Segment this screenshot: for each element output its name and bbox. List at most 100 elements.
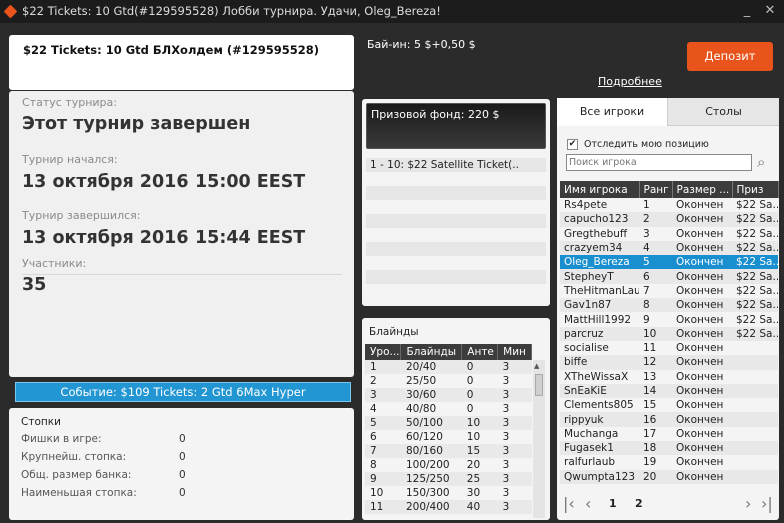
prize-row[interactable]: 1 - 10: $22 Satellite Ticket(.. <box>366 158 546 172</box>
players-panel: Все игроки Столы ✔ Отследить мою позицию… <box>557 98 779 520</box>
player-row[interactable]: ralfurlaub 19 Окончен <box>560 455 778 469</box>
blinds-cell: 30 <box>466 487 481 499</box>
stack-label: Общ. размер банка: <box>21 469 132 481</box>
blinds-row[interactable]: 1 20/40 0 3 <box>365 360 532 374</box>
blinds-row[interactable]: 8 100/200 20 3 <box>365 458 532 472</box>
player-cell: Oleg_Bereza <box>560 255 639 270</box>
prize-row-empty <box>366 214 546 228</box>
player-cell: $22 Sa... <box>736 227 778 240</box>
player-row[interactable]: Qwumpta123 20 Окончен <box>560 469 778 484</box>
player-cell: Окончен <box>672 269 732 284</box>
blinds-row[interactable]: 10 150/300 30 3 <box>365 486 532 500</box>
player-row[interactable]: MattHill1992 9 Окончен $22 Sa... <box>560 312 778 326</box>
player-cell: parcruz <box>560 326 639 341</box>
players-col-header[interactable]: Размер ... <box>672 181 733 198</box>
ended-label: Турнир завершился: <box>22 209 141 222</box>
blinds-row[interactable]: 2 25/50 0 3 <box>365 374 532 388</box>
player-row[interactable]: Rs4pete 1 Окончен $22 Sa... <box>560 198 778 212</box>
app-logo-icon <box>3 4 18 19</box>
blinds-row[interactable]: 5 50/100 10 3 <box>365 416 532 430</box>
player-row[interactable]: TheHitmanLau 7 Окончен $22 Sa... <box>560 284 778 298</box>
blinds-row[interactable]: 11 200/400 40 3 <box>365 500 532 514</box>
close-button[interactable]: ✕ <box>760 0 780 23</box>
blinds-col-header[interactable]: Уро... <box>365 344 402 360</box>
page-2-button[interactable]: 2 <box>635 497 643 510</box>
player-row[interactable]: XTheWissaX 13 Окончен <box>560 370 778 384</box>
stack-value: 0 <box>179 451 186 463</box>
player-cell: Окончен <box>676 313 724 326</box>
player-search-input[interactable] <box>566 154 752 171</box>
blinds-cell: 6 <box>370 431 377 443</box>
blinds-cell: 3 <box>502 487 510 499</box>
track-checkbox[interactable]: ✔ <box>567 139 578 150</box>
search-icon[interactable]: ⌕ <box>757 153 765 171</box>
blinds-row[interactable]: 4 40/80 0 3 <box>365 402 532 416</box>
player-row[interactable]: crazyem34 4 Окончен $22 Sa... <box>560 240 778 256</box>
player-row[interactable]: capucho123 2 Окончен $22 Sa... <box>560 212 778 227</box>
player-cell <box>732 455 778 469</box>
blinds-table: Уро... Блайнды Анте Мин 1 20/40 0 3 2 25/50 0 3… <box>365 344 532 514</box>
minimize-button[interactable]: _ <box>737 0 757 23</box>
blinds-cell: 0 <box>461 360 498 374</box>
players-col-header[interactable]: Приз <box>732 181 779 198</box>
player-row[interactable]: rippyuk 16 Окончен <box>560 412 778 427</box>
player-cell: $22 Sa... <box>736 199 778 212</box>
prev-page-icon[interactable]: ‹ <box>585 494 591 513</box>
stack-label: Наименьшая стопка: <box>21 487 137 499</box>
player-cell: Gav1n87 <box>560 298 639 313</box>
player-row[interactable]: biffe 12 Окончен <box>560 355 778 370</box>
page-1-button[interactable]: 1 <box>609 497 617 510</box>
blinds-row[interactable]: 6 60/120 10 3 <box>365 430 532 444</box>
players-label: Участники: <box>22 257 87 270</box>
more-info-link[interactable]: Подробнее <box>598 75 662 88</box>
players-col-header[interactable]: Ранг <box>639 181 673 198</box>
next-page-icon[interactable]: › <box>745 494 751 513</box>
blinds-cell: 8 <box>370 459 377 471</box>
blinds-col-header[interactable]: Блайнды <box>400 344 463 360</box>
blinds-row[interactable]: 9 125/250 25 3 <box>365 472 532 486</box>
blinds-cell: 25/50 <box>405 375 437 387</box>
player-row[interactable]: parcruz 10 Окончен $22 Sa... <box>560 326 778 341</box>
blinds-col-header[interactable]: Анте <box>461 344 499 360</box>
last-page-icon[interactable]: ›| <box>761 494 773 513</box>
scroll-up-icon[interactable]: ▲ <box>534 362 539 370</box>
player-cell: Qwumpta123 <box>560 469 639 484</box>
blinds-cell: 9 <box>365 472 401 486</box>
player-row[interactable]: Muchanga 17 Окончен <box>560 427 778 441</box>
event-banner[interactable]: Событие: $109 Tickets: 2 Gtd 6Max Hyper <box>15 382 351 402</box>
tab-all-players[interactable]: Все игроки <box>557 98 668 126</box>
blinds-row[interactable]: 7 80/160 15 3 <box>365 444 532 458</box>
blinds-cell: 3 <box>497 472 532 486</box>
player-row[interactable]: socialise 11 Окончен <box>560 341 778 355</box>
blinds-title: Блайнды <box>369 326 419 338</box>
player-row[interactable]: Fugasek1 18 Окончен <box>560 441 778 456</box>
player-row[interactable]: StepheyT 6 Окончен $22 Sa... <box>560 269 778 284</box>
player-row[interactable]: SnEaKiE 14 Окончен <box>560 383 778 399</box>
prize-row-empty <box>366 270 546 284</box>
scroll-thumb[interactable] <box>535 374 543 396</box>
blinds-cell: 100/200 <box>405 459 450 471</box>
player-cell: StepheyT <box>560 269 639 284</box>
prize-panel: Призовой фонд: 220 $ 1 - 10: $22 Satelli… <box>362 99 550 306</box>
buyin-text: Бай-ин: 5 $+0,50 $ <box>367 38 476 51</box>
player-cell: Окончен <box>672 412 732 427</box>
player-cell <box>732 469 778 484</box>
blinds-row[interactable]: 3 30/60 0 3 <box>365 388 532 402</box>
first-page-icon[interactable]: |‹ <box>563 494 575 513</box>
player-row[interactable]: Clements805 15 Окончен <box>560 398 778 412</box>
blinds-cell: 4 <box>370 403 377 415</box>
player-cell: Clements805 <box>564 399 634 412</box>
player-cell: $22 Sa... <box>732 240 778 256</box>
player-cell: 18 <box>639 441 672 456</box>
blinds-scrollbar[interactable]: ▲ <box>533 360 545 518</box>
players-col-header[interactable]: Имя игрока <box>560 181 640 198</box>
player-row[interactable]: Oleg_Bereza 5 Окончен $22 Sa... <box>560 255 778 270</box>
player-cell: TheHitmanLau <box>564 284 639 297</box>
player-row[interactable]: Gregthebuff 3 Окончен $22 Sa... <box>560 227 778 241</box>
player-row[interactable]: Gav1n87 8 Окончен $22 Sa... <box>560 298 778 313</box>
title-bar: $22 Tickets: 10 Gtd(#129595528) Лобби ту… <box>0 0 784 23</box>
deposit-button[interactable]: Депозит <box>687 42 773 71</box>
player-cell: Rs4pete <box>564 199 608 212</box>
tab-tables[interactable]: Столы <box>668 98 779 126</box>
blinds-col-header[interactable]: Мин <box>497 344 532 360</box>
